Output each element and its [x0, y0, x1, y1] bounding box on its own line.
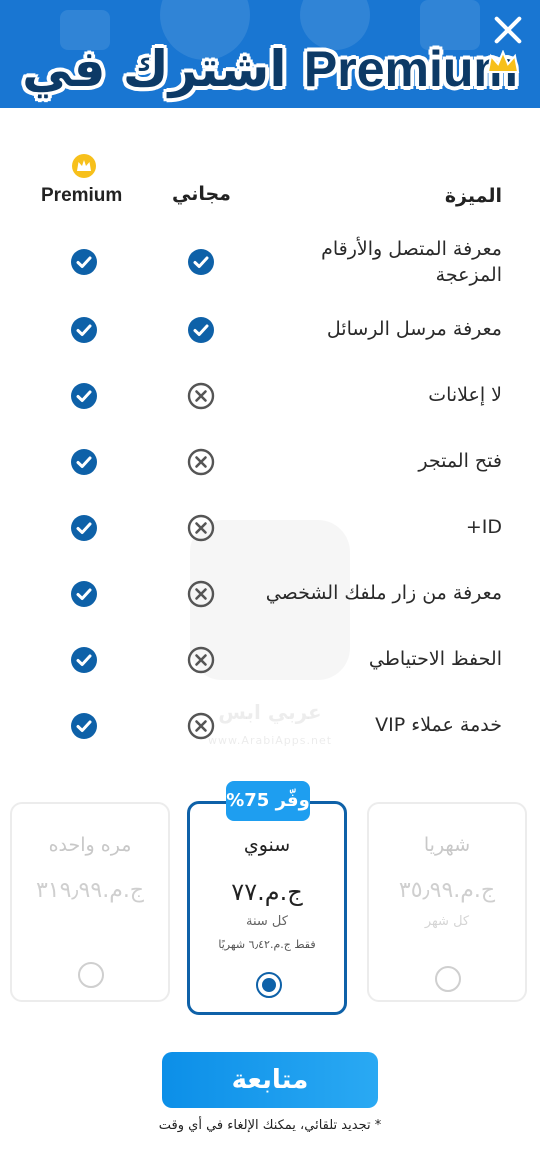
free-cross-icon [187, 712, 215, 740]
plan-yearly[interactable]: سنوي ج.م.٧٧ كل سنة فقط ج.م.٦٫٤٢ شهريًا [187, 801, 347, 1015]
feature-row: معرفة من زار ملفك الشخصي [0, 576, 540, 636]
feature-label: ID+ [465, 516, 502, 538]
plan-period: كل سنة [246, 914, 288, 929]
premium-check-icon [70, 712, 98, 740]
plan-monthly[interactable]: شهريا ج.م.٣٥٫٩٩ كل شهر [367, 802, 527, 1002]
premium-check-icon [70, 248, 98, 276]
crown-icon [486, 50, 520, 73]
feature-row: خدمة عملاء VIP [0, 708, 540, 768]
page-title-arabic: اشترك في [22, 40, 287, 98]
feature-label: لا إعلانات [428, 384, 502, 406]
feature-label: فتح المتجر [418, 450, 502, 472]
column-header-free: مجاني [172, 183, 231, 205]
auto-renew-note: * تجديد تلقائي، يمكنك الإلغاء في أي وقت [158, 1118, 382, 1133]
premium-check-icon [70, 448, 98, 476]
plan-price: ج.م.٧٧ [231, 878, 303, 906]
premium-check-icon [70, 646, 98, 674]
free-cross-icon [187, 580, 215, 608]
column-header-feature: الميزة [444, 185, 502, 207]
plan-period: كل شهر [424, 914, 470, 929]
free-cross-icon [187, 448, 215, 476]
plan-name: سنوي [243, 834, 291, 856]
feature-label: معرفة من زار ملفك الشخصي [265, 582, 502, 604]
feature-row: معرفة المتصل والأرقام المزعجة [0, 236, 540, 296]
plan-name: مره واحده [48, 834, 132, 856]
plan-name: شهريا [423, 834, 471, 856]
feature-row: الحفظ الاحتياطي [0, 642, 540, 702]
close-icon[interactable] [492, 14, 524, 46]
feature-label: خدمة عملاء VIP [375, 714, 502, 736]
feature-label: معرفة مرسل الرسائل [326, 318, 502, 340]
premium-check-icon [70, 514, 98, 542]
plan-price: ج.م.٣٥٫٩٩ [398, 878, 496, 903]
plan-radio-selected[interactable] [256, 972, 282, 998]
premium-crown-icon [72, 154, 96, 178]
feature-label: الحفظ الاحتياطي [368, 648, 502, 670]
feature-row: معرفة مرسل الرسائل [0, 312, 540, 372]
free-cross-icon [187, 646, 215, 674]
free-cross-icon [187, 514, 215, 542]
free-check-icon [187, 248, 215, 276]
page-title: Premium اشترك في [0, 40, 540, 98]
feature-row: لا إعلانات [0, 378, 540, 438]
feature-label: معرفة المتصل والأرقام المزعجة [321, 238, 502, 286]
save-badge: وفّر 75% [226, 781, 310, 821]
plan-radio[interactable] [78, 962, 104, 988]
plan-one-time[interactable]: مره واحده ج.م.٣١٩٫٩٩ [10, 802, 170, 1002]
feature-row: فتح المتجر [0, 444, 540, 504]
plan-price: ج.م.٣١٩٫٩٩ [35, 878, 145, 903]
plan-monthly-note: فقط ج.م.٦٫٤٢ شهريًا [218, 938, 316, 951]
continue-button[interactable]: متابعة [162, 1052, 378, 1108]
premium-check-icon [70, 316, 98, 344]
free-check-icon [187, 316, 215, 344]
column-header-premium: Premium [41, 185, 123, 206]
plan-radio[interactable] [435, 966, 461, 992]
premium-check-icon [70, 580, 98, 608]
feature-row: ID+ [0, 510, 540, 570]
premium-check-icon [70, 382, 98, 410]
free-cross-icon [187, 382, 215, 410]
